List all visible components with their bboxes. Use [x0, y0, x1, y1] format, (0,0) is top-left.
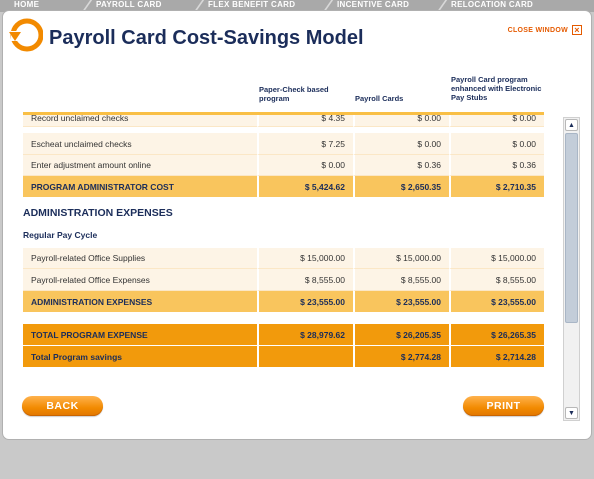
payroll-card-value: $ 15,000.00 [353, 248, 449, 269]
enhanced-value: $ 26,265.35 [449, 324, 544, 345]
row-label: TOTAL PROGRAM EXPENSE [31, 329, 148, 340]
close-icon: × [572, 25, 582, 35]
paper-check-value: $ 28,979.62 [257, 324, 353, 345]
print-button[interactable]: PRINT [463, 396, 544, 416]
paper-check-value: $ 15,000.00 [257, 248, 353, 269]
subtotal-row-program-admin-cost: PROGRAM ADMINISTRATOR COST $ 5,424.62 $ … [23, 176, 544, 197]
enhanced-value: $ 2,714.28 [449, 346, 544, 367]
table-row: Payroll-related Office Expenses $ 8,555.… [23, 269, 544, 291]
table-row: Escheat unclaimed checks $ 7.25 $ 0.00 $… [23, 133, 544, 155]
refresh-arrow-logo-icon [9, 18, 43, 52]
enhanced-value: $ 23,555.00 [449, 291, 544, 312]
paper-check-value [257, 346, 353, 367]
close-window-button[interactable]: CLOSE WINDOW × [508, 25, 582, 35]
payroll-card-value: $ 2,774.28 [353, 346, 449, 367]
paper-check-value: $ 23,555.00 [257, 291, 353, 312]
enhanced-value: $ 2,710.35 [449, 176, 544, 197]
vertical-scrollbar[interactable]: ▲ ▼ [563, 117, 580, 421]
row-label: ADMINISTRATION EXPENSES [31, 296, 153, 307]
column-header-enhanced-program: Payroll Card program enhanced with Elect… [451, 75, 542, 102]
subsection-heading-regular-pay-cycle: Regular Pay Cycle [23, 230, 98, 240]
subtotal-row-admin-expenses: ADMINISTRATION EXPENSES $ 23,555.00 $ 23… [23, 291, 544, 312]
column-header-paper-check: Paper-Check based program [259, 85, 329, 103]
payroll-card-value: $ 8,555.00 [353, 269, 449, 291]
payroll-card-value: $ 0.36 [353, 155, 449, 176]
table-row: Payroll-related Office Supplies $ 15,000… [23, 248, 544, 269]
row-label: Total Program savings [31, 351, 123, 362]
scroll-down-arrow-icon[interactable]: ▼ [565, 407, 578, 419]
paper-check-value: $ 8,555.00 [257, 269, 353, 291]
paper-check-value: $ 0.00 [257, 155, 353, 176]
enhanced-value: $ 15,000.00 [449, 248, 544, 269]
enhanced-value: $ 8,555.00 [449, 269, 544, 291]
paper-check-value: $ 5,424.62 [257, 176, 353, 197]
column-header-payroll-cards: Payroll Cards [355, 94, 404, 103]
row-label: Escheat unclaimed checks [23, 133, 257, 155]
back-button[interactable]: BACK [22, 396, 103, 416]
table-row: Record unclaimed checks $ 4.35 $ 0.00 $ … [23, 115, 544, 127]
row-label: Payroll-related Office Supplies [23, 248, 257, 269]
paper-check-value: $ 7.25 [257, 133, 353, 155]
payroll-card-value: $ 2,650.35 [353, 176, 449, 197]
row-label: Payroll-related Office Expenses [23, 269, 257, 291]
close-window-label: CLOSE WINDOW [507, 26, 568, 34]
total-row-program-expense: TOTAL PROGRAM EXPENSE $ 28,979.62 $ 26,2… [23, 324, 544, 345]
row-label: Enter adjustment amount online [23, 155, 257, 176]
payroll-card-value: $ 0.00 [353, 133, 449, 155]
enhanced-value: $ 0.00 [449, 115, 544, 127]
payroll-card-value: $ 0.00 [353, 115, 449, 127]
scroll-up-arrow-icon[interactable]: ▲ [565, 119, 578, 131]
scrollbar-thumb[interactable] [565, 133, 578, 323]
cost-table[interactable]: Record unclaimed checks $ 4.35 $ 0.00 $ … [23, 115, 544, 367]
payroll-card-value: $ 26,205.35 [353, 324, 449, 345]
enhanced-value: $ 0.36 [449, 155, 544, 176]
payroll-card-value: $ 23,555.00 [353, 291, 449, 312]
row-label: PROGRAM ADMINISTRATOR COST [31, 181, 174, 192]
row-label: Record unclaimed checks [23, 115, 257, 127]
total-row-program-savings: Total Program savings $ 2,774.28 $ 2,714… [23, 346, 544, 367]
section-heading-admin-expenses: ADMINISTRATION EXPENSES [23, 207, 173, 219]
paper-check-value: $ 4.35 [257, 115, 353, 127]
page-title: Payroll Card Cost-Savings Model [49, 27, 364, 49]
table-row: Enter adjustment amount online $ 0.00 $ … [23, 155, 544, 176]
enhanced-value: $ 0.00 [449, 133, 544, 155]
